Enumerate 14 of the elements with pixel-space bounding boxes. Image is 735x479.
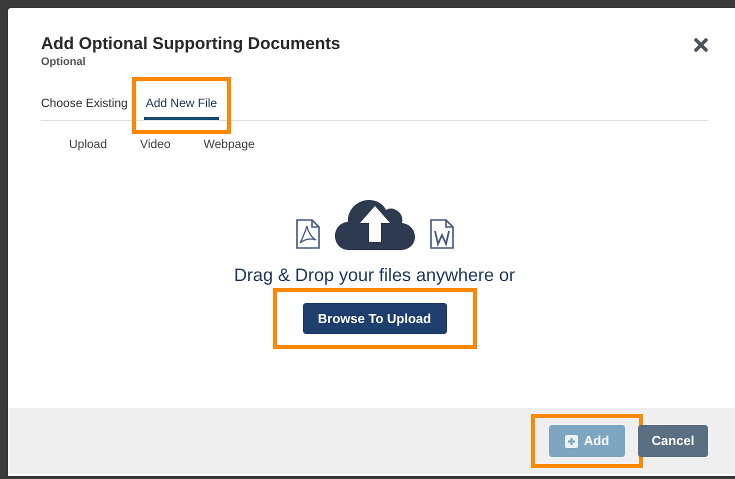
source-option[interactable]: Upload [69,137,108,152]
pdf-file-icon [294,218,320,250]
browse-button[interactable]: Browse To Upload [302,303,446,334]
dialog-title: Add Optional Supporting Documents [41,33,340,55]
source-option[interactable]: Webpage [204,137,255,152]
dialog-subtitle: Optional [41,55,87,69]
source-option[interactable]: Video [140,137,171,152]
word-file-icon [428,218,454,250]
cancel-button[interactable]: Cancel [638,425,708,457]
drop-prompt: Drag & Drop your files anywhere or [234,264,516,286]
tab[interactable]: Choose Existing [41,96,128,120]
tab[interactable]: Add New File [144,96,220,120]
plus-icon [564,434,578,448]
close-icon[interactable] [694,38,708,52]
